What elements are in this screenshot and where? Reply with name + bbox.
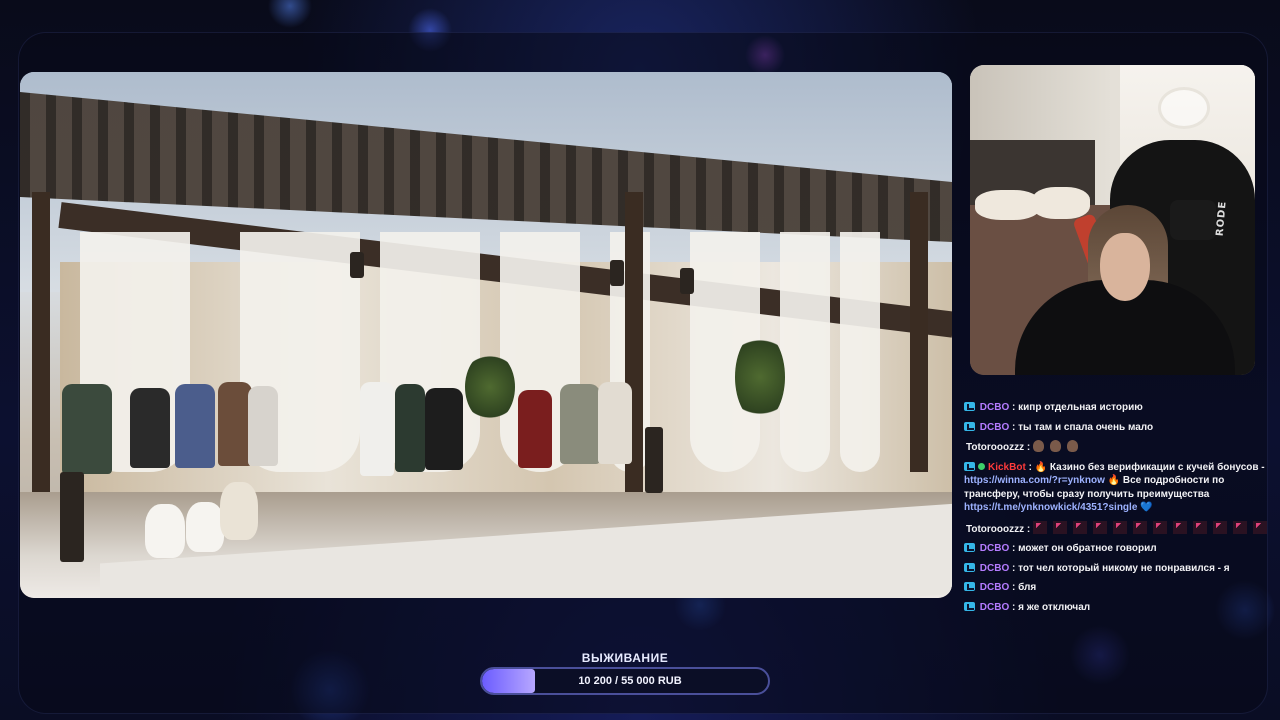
- kick-icon: [964, 402, 975, 411]
- kick-icon: [964, 543, 975, 552]
- chat-username[interactable]: Totorooozzz: [966, 442, 1024, 453]
- chat-separator: :: [1024, 523, 1034, 535]
- emote-icon: [1053, 520, 1068, 534]
- bot-icon: [978, 462, 985, 470]
- video-lantern: [350, 252, 364, 278]
- video-curtain: [780, 232, 830, 472]
- video-person: [62, 384, 112, 474]
- chat-username[interactable]: DCBO: [980, 582, 1009, 593]
- emote-icon: [1193, 520, 1208, 534]
- chat-text: бля: [1018, 582, 1037, 593]
- emote-row: [1033, 520, 1273, 535]
- video-lantern: [680, 268, 694, 294]
- video-vase: [145, 504, 185, 558]
- video-person: [175, 384, 215, 468]
- video-person: [560, 384, 600, 464]
- video-person: [425, 388, 463, 470]
- chat-message: DCBO : тот чел который никому не понрави…: [964, 562, 1274, 576]
- chat-separator: :: [1009, 601, 1019, 613]
- chat-message: Totorooozzz :: [964, 440, 1274, 455]
- chat-username[interactable]: DCBO: [980, 563, 1009, 574]
- chat-separator: :: [1009, 543, 1019, 554]
- goal-progress-label: 10 200 / 55 000 RUB: [578, 675, 682, 687]
- video-plant: [465, 352, 515, 422]
- chat-text: тот чел который никому не понравился - я: [1018, 562, 1230, 574]
- emote-icon: [1253, 520, 1268, 534]
- chat-panel: DCBO : кипр отдельная историю DCBO : ты …: [964, 401, 1274, 620]
- emote-icon: [1093, 520, 1108, 534]
- video-floor-lantern: [60, 472, 84, 562]
- chat-separator: :: [1024, 442, 1034, 453]
- fire-emoji: 🔥: [1104, 475, 1123, 486]
- chat-username[interactable]: DCBO: [980, 402, 1009, 413]
- video-person: [598, 382, 632, 464]
- video-person: [395, 384, 425, 472]
- chat-message: DCBO : я же отключал: [964, 601, 1274, 615]
- heart-emoji: 💙: [1137, 502, 1153, 513]
- chat-text: Казино без верификации с кучей бонусов -: [1047, 461, 1265, 473]
- video-curtain: [840, 232, 880, 472]
- goal-progress-bar: 10 200 / 55 000 RUB: [480, 667, 770, 695]
- chat-separator: :: [1009, 562, 1019, 574]
- chat-separator: :: [1025, 461, 1035, 473]
- emote-icon: [1033, 520, 1048, 534]
- emoji-face-icon: [1067, 440, 1079, 452]
- kick-icon: [964, 601, 975, 611]
- chat-separator: :: [1009, 582, 1019, 593]
- webcam-streamer-face: [1100, 233, 1150, 301]
- video-player[interactable]: [20, 72, 952, 598]
- kick-icon: [964, 461, 975, 471]
- chat-message: DCBO : может он обратное говорил: [964, 542, 1274, 556]
- chat-username[interactable]: DCBO: [980, 602, 1009, 613]
- emote-icon: [1213, 520, 1228, 534]
- emote-icon: [1133, 520, 1148, 534]
- video-person: [360, 382, 394, 476]
- chat-username[interactable]: DCBO: [980, 543, 1009, 554]
- video-plant: [735, 332, 785, 422]
- chat-message: DCBO : ты там и спала очень мало: [964, 421, 1274, 435]
- chat-separator: :: [1009, 421, 1019, 433]
- chat-message: DCBO : кипр отдельная историю: [964, 401, 1274, 415]
- emote-icon: [1073, 520, 1088, 534]
- emote-icon: [1153, 520, 1168, 534]
- webcam-feed: RODE: [970, 65, 1255, 375]
- emote-icon: [1233, 520, 1248, 534]
- chat-text: ты там и спала очень мало: [1018, 421, 1154, 433]
- video-vase: [186, 502, 224, 552]
- chat-message: Totorooozzz :: [964, 520, 1274, 537]
- video-basket: [220, 482, 258, 540]
- microphone-icon: [1170, 200, 1216, 240]
- video-person: [130, 388, 170, 468]
- video-floor-lantern: [645, 427, 663, 493]
- kick-icon: [964, 582, 975, 591]
- chat-username[interactable]: Totorooozzz: [966, 524, 1024, 535]
- fire-emoji: 🔥: [1034, 461, 1048, 473]
- chat-text: я же отключал: [1018, 601, 1091, 613]
- video-person: [518, 390, 552, 468]
- emoji-face-icon: [1033, 440, 1045, 452]
- kick-icon: [964, 421, 975, 431]
- webcam-pillow: [1032, 187, 1090, 219]
- emoji-face-icon: [1050, 440, 1062, 452]
- emote-icon: [1173, 520, 1188, 534]
- emote-icon: [1113, 520, 1128, 534]
- video-person: [248, 386, 278, 466]
- kick-icon: [964, 562, 975, 572]
- webcam-pillow: [975, 190, 1040, 220]
- video-person: [218, 382, 252, 466]
- chat-username[interactable]: DCBO: [980, 422, 1009, 433]
- chat-link[interactable]: https://t.me/ynknowkick/4351?single: [964, 502, 1137, 513]
- chat-link[interactable]: https://winna.com/?r=ynknow: [964, 475, 1105, 486]
- chat-message: KickBot : 🔥 Казино без верификации с куч…: [964, 461, 1274, 515]
- chat-text: кипр отдельная историю: [1018, 402, 1143, 413]
- webcam-ring-light: [1158, 87, 1210, 129]
- goal-title: ВЫЖИВАНИЕ: [581, 651, 669, 665]
- chat-separator: :: [1009, 402, 1019, 413]
- chat-message: DCBO : бля: [964, 581, 1274, 595]
- chat-username[interactable]: KickBot: [988, 462, 1026, 473]
- video-post: [910, 192, 928, 472]
- video-lantern: [610, 260, 624, 286]
- chat-text: может он обратное говорил: [1018, 543, 1157, 554]
